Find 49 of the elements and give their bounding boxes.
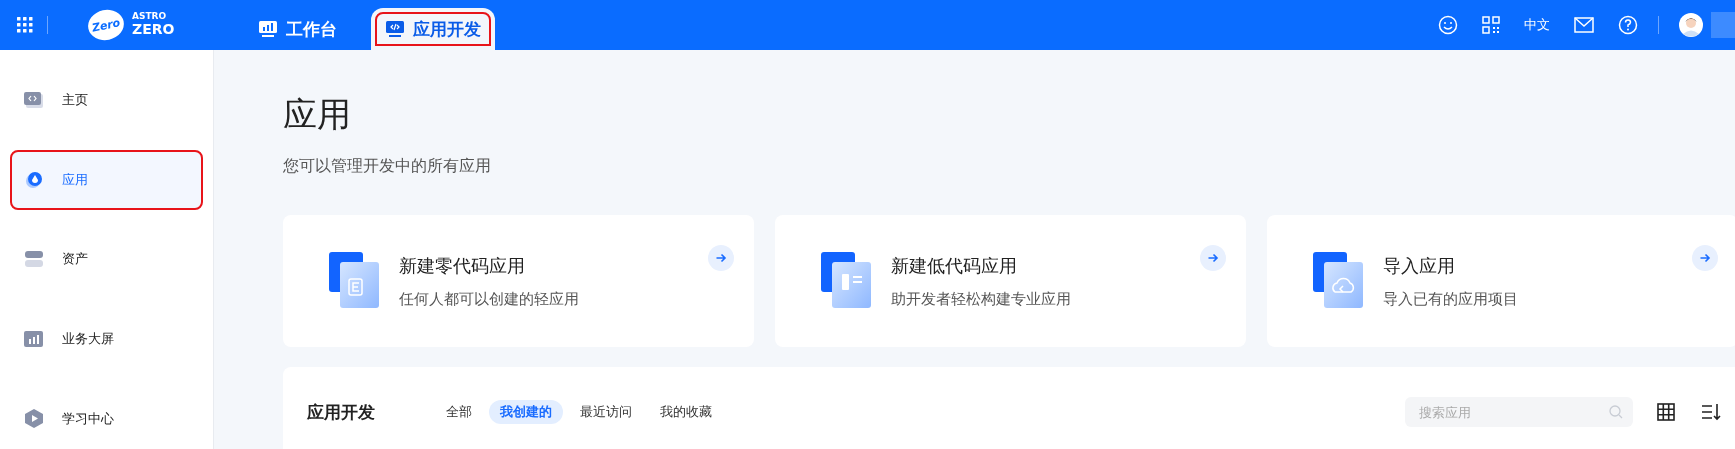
card-title: 新建零代码应用 xyxy=(399,253,526,278)
action-card[interactable]: 新建零代码应用 任何人都可以创建的轻应用 xyxy=(283,215,754,347)
sidebar-item[interactable]: 主页 xyxy=(10,70,203,130)
search-field[interactable]: 搜索应用 xyxy=(1405,397,1633,427)
filter-tab[interactable]: 我的收藏 xyxy=(649,400,723,424)
sidebar-item[interactable]: 资产 xyxy=(10,229,203,290)
sidebar-item[interactable]: 业务大屏 xyxy=(10,309,203,370)
sidebar-item[interactable]: 应用 xyxy=(10,149,203,210)
card-description: 助开发者轻松构建专业应用 xyxy=(891,289,1071,309)
filter-tab[interactable]: 全部 xyxy=(435,400,483,424)
arrow-right-icon[interactable] xyxy=(1200,245,1226,271)
app-tile-icon xyxy=(821,252,871,310)
search-icon xyxy=(1609,405,1623,419)
code-window-icon xyxy=(24,90,44,109)
panel-title: 应用开发 xyxy=(307,400,376,424)
app-tile-icon xyxy=(329,252,379,310)
card-description: 导入已有的应用项目 xyxy=(1383,289,1518,309)
nav-tab[interactable]: 应用开发 xyxy=(371,8,496,50)
language-button[interactable]: 中文 xyxy=(1524,16,1550,34)
arrow-right-icon[interactable] xyxy=(708,245,734,271)
page-title: 应用 xyxy=(283,93,352,136)
logo-text: ASTRO xyxy=(132,12,168,23)
page-subtitle: 您可以管理开发中的所有应用 xyxy=(283,156,492,177)
help-icon[interactable] xyxy=(1618,15,1638,35)
logo-text: ZERO xyxy=(132,22,175,38)
code-monitor-icon xyxy=(385,20,406,38)
database-icon xyxy=(24,249,44,270)
play-cube-icon xyxy=(24,408,44,431)
card-description: 任何人都可以创建的轻应用 xyxy=(399,289,579,309)
app-tile-icon xyxy=(1313,252,1363,310)
action-card[interactable]: 新建低代码应用 助开发者轻松构建专业应用 xyxy=(775,215,1246,347)
cloud-drop-icon xyxy=(24,170,44,189)
nav-tab[interactable]: 工作台 xyxy=(244,8,352,50)
app-grid-icon[interactable] xyxy=(17,17,33,33)
filter-tab[interactable]: 我创建的 xyxy=(489,400,563,424)
grid-view-icon[interactable] xyxy=(1657,403,1675,421)
card-title: 导入应用 xyxy=(1383,253,1456,278)
smiley-icon[interactable] xyxy=(1438,15,1458,35)
chart-monitor-icon xyxy=(258,20,279,38)
bar-chart-icon xyxy=(24,329,44,350)
avatar-icon[interactable] xyxy=(1679,13,1703,37)
sidebar-item[interactable]: 学习中心 xyxy=(10,389,203,449)
action-card[interactable]: 导入应用 导入已有的应用项目 xyxy=(1267,215,1735,347)
sort-list-icon[interactable] xyxy=(1701,403,1721,421)
mail-icon[interactable] xyxy=(1574,17,1594,33)
arrow-right-icon[interactable] xyxy=(1692,245,1718,271)
qr-code-icon[interactable] xyxy=(1482,16,1500,34)
card-title: 新建低代码应用 xyxy=(891,253,1018,278)
filter-tab[interactable]: 最近访问 xyxy=(569,400,643,424)
